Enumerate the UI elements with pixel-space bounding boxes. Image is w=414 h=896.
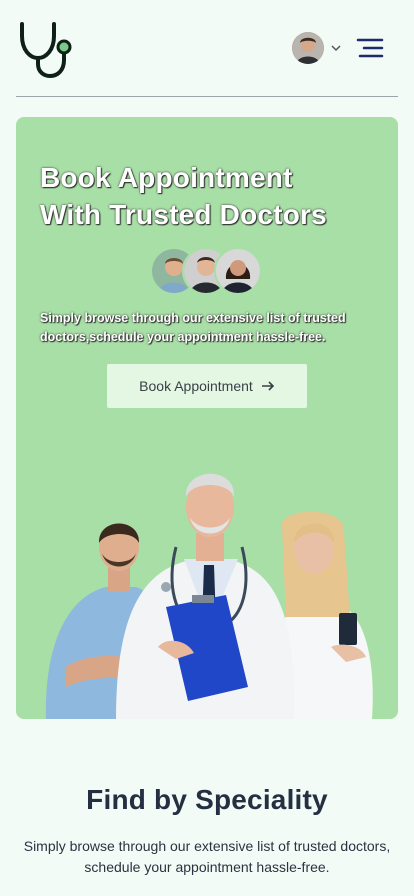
- profile-menu[interactable]: [292, 31, 346, 65]
- hero-title: Book Appointment With Trusted Doctors: [40, 159, 380, 233]
- user-avatar[interactable]: [292, 32, 324, 64]
- stethoscope-icon[interactable]: [18, 20, 74, 78]
- speciality-title: Find by Speciality: [86, 784, 328, 815]
- doctor-avatars-group: [150, 247, 266, 297]
- doctor-avatar: [214, 247, 262, 295]
- speciality-subtitle: Simply browse through our extensive list…: [23, 838, 391, 875]
- book-appointment-button[interactable]: Book Appointment: [107, 364, 307, 408]
- hero-title-line2: With Trusted Doctors: [40, 199, 327, 230]
- hero-subtitle: Simply browse through our extensive list…: [40, 311, 346, 344]
- arrow-right-icon: [261, 381, 274, 391]
- doctor-center-figure: [116, 473, 295, 719]
- hamburger-menu-icon[interactable]: [356, 36, 384, 60]
- header-divider: [16, 96, 398, 97]
- book-appointment-label: Book Appointment: [139, 378, 253, 394]
- hero-banner: Book Appointment With Trusted Doctors Si…: [16, 117, 398, 719]
- header: [0, 0, 414, 96]
- hero-title-line1: Book Appointment: [40, 162, 293, 193]
- doctors-illustration: [45, 473, 373, 719]
- page: Book Appointment With Trusted Doctors Si…: [0, 0, 414, 896]
- chevron-down-icon[interactable]: [330, 42, 342, 54]
